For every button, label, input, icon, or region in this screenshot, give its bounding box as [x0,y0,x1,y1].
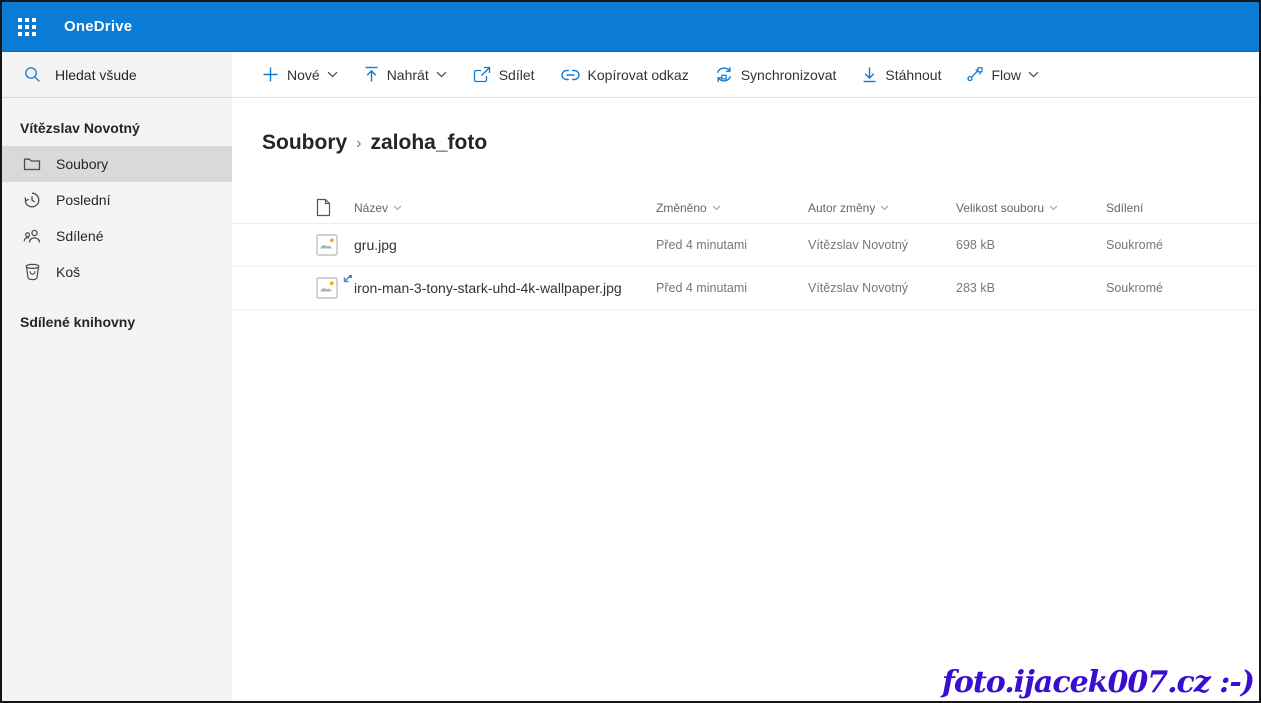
sidebar-item-label: Poslední [56,192,111,208]
top-app-bar: OneDrive [2,2,1259,52]
sidebar-item-label: Koš [56,264,81,280]
download-button-label: Stáhnout [885,66,942,83]
share-button-label: Sdílet [498,66,535,83]
file-sharing-status: Soukromé [1106,238,1163,252]
breadcrumb-separator: › [356,135,362,152]
chevron-down-icon [712,205,721,211]
sidebar-nav: Vítězslav Novotný Soubory Poslední Sdíle… [2,98,232,340]
sync-icon [715,66,733,83]
file-size: 283 kB [956,281,995,295]
search-icon [25,67,40,82]
file-type-cell [316,234,354,256]
main-content: Nové Nahrát Sdílet Kopírovat odkaz Synch… [232,52,1259,701]
folder-icon [22,154,42,174]
breadcrumb: Soubory › zaloha_foto [262,131,1259,155]
chevron-down-icon [1028,71,1039,78]
download-icon [862,66,877,83]
onedrive-window: OneDrive Hledat všude Vítězslav Novotný [0,0,1261,703]
file-row-iron-man[interactable]: iron-man-3-tony-stark-uhd-4k-wallpaper.j… [232,267,1259,310]
sidebar-item-label: Sdílené [56,228,104,244]
chevron-down-icon [1049,205,1058,211]
file-type-column-icon[interactable] [316,198,354,217]
new-button[interactable]: Nové [262,66,338,83]
sync-button[interactable]: Synchronizovat [715,66,837,83]
copy-link-button-label: Kopírovat odkaz [587,66,689,83]
app-launcher-button[interactable] [2,2,52,52]
command-bar: Nové Nahrát Sdílet Kopírovat odkaz Synch… [232,52,1259,98]
file-modified: Před 4 minutami [656,238,748,252]
app-title[interactable]: OneDrive [64,18,132,35]
file-modified-by: Vítězslav Novotný [808,281,909,295]
upload-icon [364,66,379,83]
file-list: Název Změněno Autor změny Velikost soubo… [232,192,1259,310]
flow-icon [967,67,984,82]
search-placeholder: Hledat všude [55,66,137,83]
chevron-down-icon [436,71,447,78]
share-button[interactable]: Sdílet [473,66,535,83]
chevron-down-icon [327,71,338,78]
column-header-file-size[interactable]: Velikost souboru [956,201,1106,215]
file-modified: Před 4 minutami [656,281,748,295]
upload-button[interactable]: Nahrát [364,66,447,83]
sidebar-item-posledni[interactable]: Poslední [2,182,232,218]
new-button-label: Nové [287,66,320,83]
download-button[interactable]: Stáhnout [862,66,941,83]
column-header-name[interactable]: Název [354,201,656,215]
sidebar-item-soubory[interactable]: Soubory [2,146,232,182]
breadcrumb-root[interactable]: Soubory [262,131,347,155]
flow-button-label: Flow [991,66,1022,83]
file-sharing-status: Soukromé [1106,281,1163,295]
sidebar-item-kos[interactable]: Koš [2,254,232,290]
sidebar-user-header: Vítězslav Novotný [20,120,140,136]
waffle-icon [18,17,36,36]
column-header-modified-by[interactable]: Autor změny [808,201,956,215]
sidebar-item-sdilene[interactable]: Sdílené [2,218,232,254]
plus-icon [262,66,279,83]
people-icon [22,226,42,246]
sidebar: Hledat všude Vítězslav Novotný Soubory P… [2,52,232,701]
file-modified-by: Vítězslav Novotný [808,238,909,252]
copy-link-button[interactable]: Kopírovat odkaz [560,66,689,83]
search-input[interactable]: Hledat všude [2,52,232,98]
photo-watermark: foto.ijacek007.cz :-) [941,665,1255,700]
image-file-icon [316,277,338,299]
chevron-down-icon [880,205,889,211]
flow-button[interactable]: Flow [967,67,1039,83]
file-name[interactable]: iron-man-3-tony-stark-uhd-4k-wallpaper.j… [343,274,656,296]
image-file-icon [316,234,338,256]
document-icon [316,198,331,217]
file-row-gru[interactable]: gru.jpg Před 4 minutami Vítězslav Novotn… [232,224,1259,267]
column-header-sharing[interactable]: Sdílení [1106,201,1259,215]
sidebar-libraries-header: Sdílené knihovny [20,314,136,330]
column-header-modified[interactable]: Změněno [656,201,808,215]
history-icon [22,190,42,210]
file-size: 698 kB [956,238,995,252]
link-icon [560,69,580,81]
chevron-down-icon [393,205,402,211]
share-icon [473,66,491,83]
sync-button-label: Synchronizovat [740,66,837,83]
breadcrumb-current: zaloha_foto [370,131,488,154]
file-name[interactable]: gru.jpg [354,237,656,253]
trash-icon [22,262,42,282]
file-list-header: Název Změněno Autor změny Velikost soubo… [232,192,1259,224]
upload-button-label: Nahrát [386,66,429,83]
sidebar-item-label: Soubory [56,156,109,172]
